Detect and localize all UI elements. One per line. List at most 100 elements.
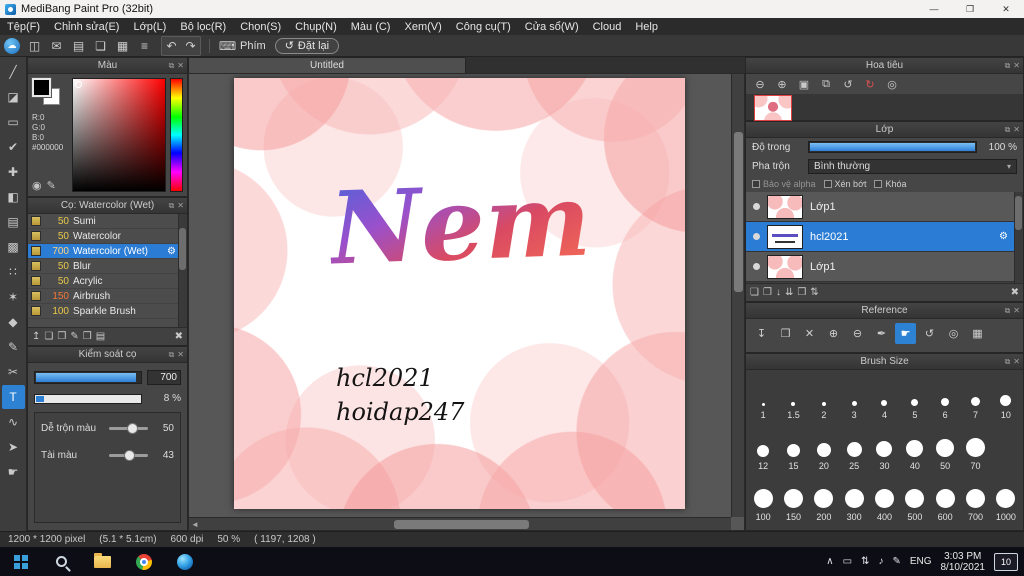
pen-settings-icon[interactable]: ✎ xyxy=(892,556,900,567)
brush-size-option[interactable]: 700 xyxy=(960,474,990,525)
duplicate-layer-icon[interactable]: ❐ xyxy=(763,287,772,298)
close-icon[interactable]: ✕ xyxy=(177,201,184,210)
float-icon[interactable]: ⧉ xyxy=(169,350,175,360)
select-tool[interactable]: ▭ xyxy=(2,110,25,134)
brush-size-option[interactable]: 200 xyxy=(809,474,839,525)
protect-alpha-checkbox[interactable]: Bảo vệ alpha xyxy=(752,179,816,189)
volume-icon[interactable]: ♪ xyxy=(878,556,883,567)
brush-item[interactable]: 50 Watercolor xyxy=(28,229,187,244)
close-icon[interactable]: ✕ xyxy=(177,61,184,70)
eyedropper-tool[interactable]: ◆ xyxy=(2,310,25,334)
hue-slider[interactable] xyxy=(170,78,183,192)
brush-size-option[interactable]: 40 xyxy=(900,423,930,474)
brush-item[interactable]: 100 Sparkle Brush xyxy=(28,304,187,319)
close-icon[interactable]: ✕ xyxy=(1013,125,1020,134)
grid-icon[interactable]: ▦ xyxy=(113,37,132,55)
float-icon[interactable]: ⧉ xyxy=(1005,125,1011,135)
brush-edit-icon[interactable]: ✎ xyxy=(70,331,78,342)
float-icon[interactable]: ⧉ xyxy=(1005,357,1011,367)
zoom-in-icon[interactable]: ⊕ xyxy=(773,76,791,92)
float-icon[interactable]: ⧉ xyxy=(169,61,175,71)
tray-expand-icon[interactable]: ∧ xyxy=(826,556,833,567)
lock-checkbox[interactable]: Khóa xyxy=(874,179,907,189)
layer-row[interactable]: Lớp1 xyxy=(746,192,1023,222)
brush-size-option[interactable]: 5 xyxy=(900,372,930,423)
menu-help[interactable]: Help xyxy=(628,21,665,33)
float-icon[interactable]: ⧉ xyxy=(1005,61,1011,71)
layer-folder-icon[interactable]: ❒ xyxy=(797,287,806,298)
menu-tools[interactable]: Công cụ(T) xyxy=(449,21,518,33)
menu-filter[interactable]: Bộ lọc(R) xyxy=(173,21,233,33)
float-icon[interactable]: ⧉ xyxy=(169,201,175,211)
brush-size-option[interactable]: 1000 xyxy=(991,474,1021,525)
menu-window[interactable]: Cửa sổ(W) xyxy=(518,21,586,33)
brush-size-option[interactable]: 20 xyxy=(809,423,839,474)
brush-item[interactable]: 50 Sumi xyxy=(28,214,187,229)
display-icon[interactable]: ▭ xyxy=(843,556,852,567)
network-icon[interactable]: ⇅ xyxy=(861,556,869,567)
brush-size-option[interactable]: 2 xyxy=(809,372,839,423)
taskbar-search-button[interactable] xyxy=(41,547,82,576)
ref-zoom-in-icon[interactable]: ⊕ xyxy=(823,323,844,344)
ref-reset-icon[interactable]: ◎ xyxy=(943,323,964,344)
reset-button[interactable]: ↺ Đặt lại xyxy=(274,37,340,54)
rotate-left-icon[interactable]: ↺ xyxy=(839,76,857,92)
brush-size-option[interactable]: 12 xyxy=(748,423,778,474)
horizontal-scrollbar[interactable]: ◄ xyxy=(189,517,731,530)
brush-duplicate-icon[interactable]: ❐ xyxy=(57,331,66,342)
ref-hand-icon[interactable]: ☛ xyxy=(895,323,916,344)
delete-layer-icon[interactable]: ✖ xyxy=(1011,287,1019,298)
action-center-icon[interactable]: 10 xyxy=(994,552,1018,571)
open-reference-icon[interactable]: ❒ xyxy=(775,323,796,344)
redo-icon[interactable]: ↷ xyxy=(181,37,200,55)
edit-color-icon[interactable]: ✎ xyxy=(47,179,56,192)
magic-wand-tool[interactable]: ✶ xyxy=(2,285,25,309)
save-icon[interactable]: ◫ xyxy=(25,37,44,55)
brush-size-option[interactable]: 30 xyxy=(869,423,899,474)
brush-size-option[interactable]: 6 xyxy=(930,372,960,423)
brush-size-option[interactable]: 3 xyxy=(839,372,869,423)
maximize-button[interactable]: ❐ xyxy=(952,0,988,18)
zoom-out-icon[interactable]: ⊖ xyxy=(751,76,769,92)
ref-rotate-icon[interactable]: ↺ xyxy=(919,323,940,344)
brush-size-option[interactable]: 300 xyxy=(839,474,869,525)
brush-size-option[interactable]: 15 xyxy=(778,423,808,474)
blend-mode-dropdown[interactable]: Bình thường ▾ xyxy=(808,159,1017,174)
brush-size-option[interactable]: 70 xyxy=(960,423,990,474)
brush-tool[interactable]: ╱ xyxy=(2,60,25,84)
pattern-tool[interactable]: ▩ xyxy=(2,235,25,259)
move-tool[interactable]: ✚ xyxy=(2,160,25,184)
language-indicator[interactable]: ENG xyxy=(910,556,932,567)
menu-file[interactable]: Tệp(F) xyxy=(0,21,47,33)
clear-reference-icon[interactable]: ✕ xyxy=(799,323,820,344)
brush-item-selected[interactable]: 700 Watercolor (Wet) ⚙ xyxy=(28,244,187,259)
dots-tool[interactable]: ∷ xyxy=(2,260,25,284)
edge-button[interactable] xyxy=(164,547,205,576)
layer-row[interactable]: Lớp1 xyxy=(746,252,1023,282)
taskbar-clock[interactable]: 3:03 PM 8/10/2021 xyxy=(941,551,986,573)
brush-size-option[interactable]: 600 xyxy=(930,474,960,525)
brush-item[interactable]: 150 Airbrush xyxy=(28,289,187,304)
rotate-right-icon[interactable]: ↻ xyxy=(861,76,879,92)
menu-edit[interactable]: Chỉnh sửa(E) xyxy=(47,21,126,33)
layer-list-scrollbar[interactable] xyxy=(1014,192,1023,283)
brush-size-option[interactable]: 100 xyxy=(748,474,778,525)
close-icon[interactable]: ✕ xyxy=(177,350,184,359)
menu-capture[interactable]: Chụp(N) xyxy=(288,21,344,33)
navigator-preview[interactable] xyxy=(746,94,1023,121)
list-icon[interactable]: ≡ xyxy=(135,37,154,55)
import-reference-icon[interactable]: ↧ xyxy=(751,323,772,344)
brush-new-icon[interactable]: ❏ xyxy=(44,331,53,342)
foreground-color-swatch[interactable] xyxy=(31,77,52,98)
transfer-layer-icon[interactable]: ↓ xyxy=(776,287,781,298)
palette-icon[interactable]: ◉ xyxy=(32,179,42,192)
actual-size-icon[interactable]: ⧉ xyxy=(817,76,835,92)
close-icon[interactable]: ✕ xyxy=(1013,357,1020,366)
brush-size-slider[interactable] xyxy=(34,371,142,384)
brush-size-option[interactable]: 1.5 xyxy=(778,372,808,423)
new-layer-icon[interactable]: ❏ xyxy=(750,287,759,298)
start-button[interactable] xyxy=(0,547,41,576)
brush-size-option[interactable]: 4 xyxy=(869,372,899,423)
vertical-scrollbar[interactable] xyxy=(731,74,744,517)
canvas[interactable]: Nem hcl2021 hoidap247 xyxy=(234,78,685,509)
